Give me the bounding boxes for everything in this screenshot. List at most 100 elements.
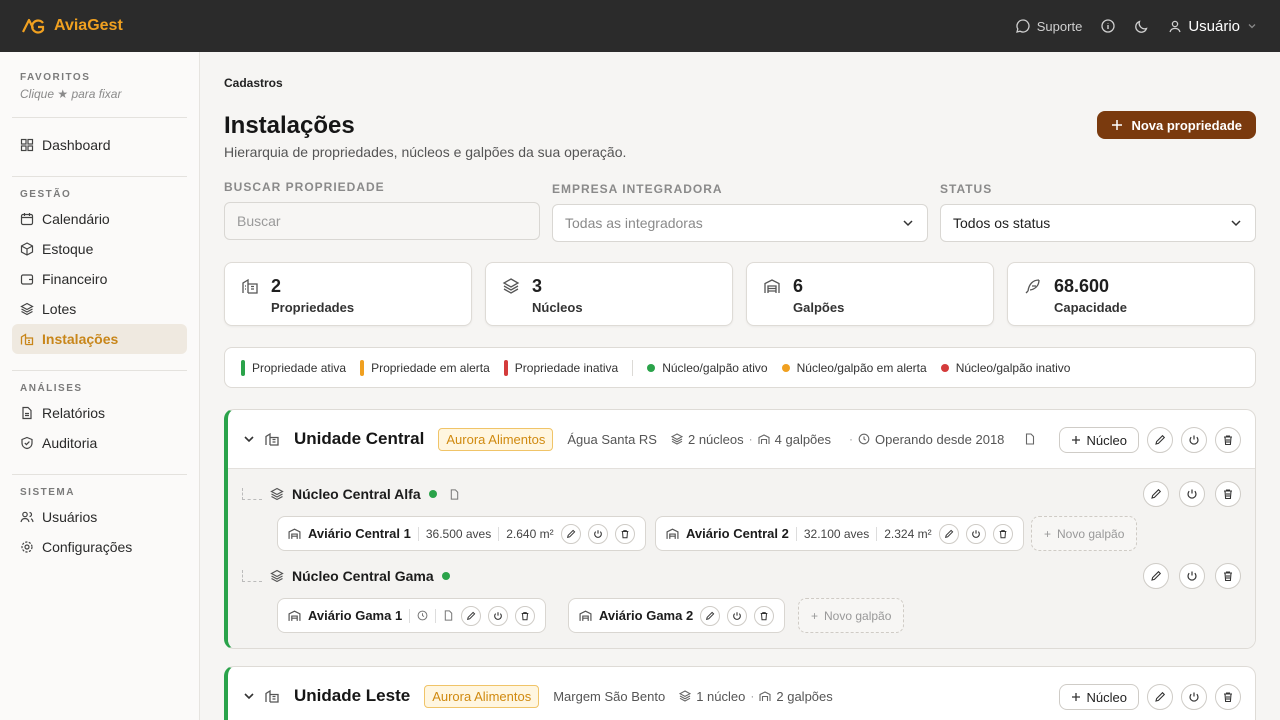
delete-galpao-button[interactable] (515, 605, 536, 626)
support-button[interactable]: Suporte (1015, 18, 1083, 34)
status-select[interactable]: Todos os status (940, 204, 1256, 242)
support-label: Suporte (1036, 18, 1083, 34)
new-galpao-button[interactable]: + Novo galpão (1031, 516, 1138, 551)
sidebar-item-instalacoes[interactable]: Instalações (12, 324, 187, 354)
nucleos-count: 1 núcleo (696, 688, 746, 704)
chevron-down-icon (903, 220, 913, 227)
divider (435, 608, 437, 623)
chevron-down-icon[interactable] (242, 432, 256, 446)
sidebar-item-label: Auditoria (42, 435, 98, 451)
power-icon (1189, 435, 1199, 445)
legend-dot-active (647, 363, 656, 372)
delete-galpao-button[interactable] (754, 605, 775, 626)
document-icon[interactable] (1024, 433, 1036, 445)
edit-nucleo-button[interactable] (1143, 481, 1169, 507)
company-value: Todas as integradoras (565, 215, 703, 231)
galpao-card[interactable]: Aviário Central 1 36.500 aves 2.640 m² (277, 516, 646, 551)
building-icon (20, 333, 34, 346)
edit-galpao-button[interactable] (700, 605, 721, 626)
divider (12, 370, 187, 371)
plus-icon (1112, 120, 1123, 130)
edit-property-button[interactable] (1147, 684, 1173, 710)
favorites-hint: Clique ★ para fixar (20, 87, 122, 101)
edit-galpao-button[interactable] (560, 523, 581, 544)
sidebar-item-label: Lotes (42, 301, 77, 317)
divider (876, 526, 878, 541)
new-galpao-button[interactable]: + Novo galpão (798, 598, 905, 633)
theme-toggle[interactable] (1134, 18, 1150, 34)
add-nucleo-button[interactable]: Núcleo (1058, 684, 1139, 710)
delete-nucleo-button[interactable] (1215, 481, 1241, 507)
delete-property-button[interactable] (1215, 427, 1241, 453)
delete-galpao-button[interactable] (992, 523, 1013, 544)
sistema-title: SISTEMA (20, 487, 75, 498)
pencil-icon (1155, 434, 1166, 445)
sidebar-item-usuarios[interactable]: Usuários (12, 502, 187, 532)
building-icon (265, 432, 279, 446)
edit-galpao-button[interactable] (461, 605, 482, 626)
toggle-nucleo-button[interactable] (1179, 563, 1205, 589)
delete-nucleo-button[interactable] (1215, 563, 1241, 589)
power-icon (1187, 571, 1197, 581)
sidebar-item-configuracoes[interactable]: Configurações (12, 532, 187, 562)
plus-icon (1071, 436, 1080, 444)
toggle-nucleo-button[interactable] (1179, 481, 1205, 507)
edit-nucleo-button[interactable] (1143, 563, 1169, 589)
edit-galpao-button[interactable] (938, 523, 959, 544)
page-title: Instalações (224, 112, 355, 139)
galpao-aves: 36.500 aves (425, 526, 492, 541)
add-nucleo-button[interactable]: Núcleo (1058, 427, 1139, 453)
info-button[interactable] (1100, 18, 1116, 34)
document-icon[interactable] (449, 488, 460, 500)
legend-label: Propriedade ativa (252, 360, 347, 375)
sidebar-item-relatorios[interactable]: Relatórios (12, 398, 187, 428)
sidebar-item-estoque[interactable]: Estoque (12, 234, 187, 264)
pencil-icon (467, 611, 476, 620)
galpao-card[interactable]: Aviário Gama 1 (277, 598, 547, 633)
sidebar-item-auditoria[interactable]: Auditoria (12, 428, 187, 458)
sidebar-item-label: Relatórios (42, 405, 106, 421)
delete-galpao-button[interactable] (614, 523, 635, 544)
sidebar-item-dashboard[interactable]: Dashboard (12, 130, 187, 160)
property-actions: Núcleo (1058, 684, 1241, 710)
status-dot-active (441, 572, 450, 580)
chevron-down-icon[interactable] (242, 689, 256, 703)
search-input[interactable]: Buscar (224, 202, 540, 240)
sidebar-item-calendario[interactable]: Calendário (12, 204, 187, 234)
toggle-galpao-button[interactable] (587, 523, 608, 544)
property-header: Unidade Central Aurora Alimentos Água Sa… (228, 410, 1255, 468)
sidebar-item-lotes[interactable]: Lotes (12, 294, 187, 324)
galpao-name: Aviário Central 2 (686, 526, 789, 541)
property-name: Unidade Central (294, 429, 425, 448)
user-menu[interactable]: Usuário (1168, 18, 1258, 35)
new-property-button[interactable]: Nova propriedade (1097, 111, 1256, 139)
galpao-card[interactable]: Aviário Gama 2 (568, 598, 786, 633)
aviagest-logo-icon (22, 18, 45, 34)
warehouse-icon (758, 434, 770, 444)
chevron-down-icon (1248, 24, 1256, 29)
toggle-property-button[interactable] (1181, 684, 1207, 710)
power-icon (971, 529, 980, 538)
layers-icon (270, 569, 284, 583)
galpao-area: 2.640 m² (506, 526, 554, 541)
user-name: Usuário (1188, 17, 1240, 35)
breadcrumb[interactable]: Cadastros (224, 76, 283, 90)
toggle-galpao-button[interactable] (727, 605, 748, 626)
toggle-galpao-button[interactable] (488, 605, 509, 626)
pencil-icon (566, 529, 575, 538)
toggle-property-button[interactable] (1181, 427, 1207, 453)
power-icon (1187, 489, 1197, 499)
delete-property-button[interactable] (1215, 684, 1241, 710)
sidebar-item-label: Usuários (42, 509, 98, 525)
sidebar-item-financeiro[interactable]: Financeiro (12, 264, 187, 294)
toggle-galpao-button[interactable] (965, 523, 986, 544)
legend-bar-alert (360, 359, 365, 376)
company-select[interactable]: Todas as integradoras (552, 204, 928, 242)
clock-icon (858, 433, 870, 445)
building-icon (242, 278, 258, 294)
app-logo[interactable]: AviaGest (22, 17, 123, 35)
stat-card-nucleos: 3 Núcleos (485, 262, 733, 326)
galpao-card[interactable]: Aviário Central 2 32.100 aves 2.324 m² (655, 516, 1024, 551)
power-icon (1189, 692, 1199, 702)
edit-property-button[interactable] (1147, 427, 1173, 453)
